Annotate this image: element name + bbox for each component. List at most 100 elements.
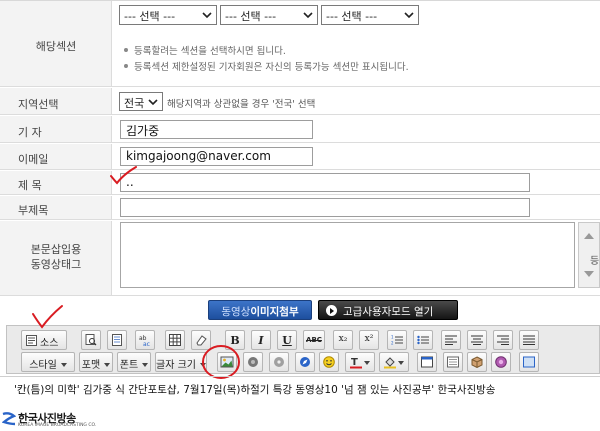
title-label-cell: 제 목 <box>0 171 112 194</box>
cube-button[interactable] <box>467 352 487 372</box>
preview-button[interactable] <box>81 330 101 350</box>
replace-icon: abac <box>139 335 150 346</box>
font-dropdown[interactable]: 폰트 <box>117 352 151 372</box>
unordered-list-button[interactable] <box>413 330 433 350</box>
table-icon <box>169 334 181 346</box>
article-line: '칸(틈)의 미학' 김가중 식 간단포토샵, 7월17일(목)하절기 특강 동… <box>14 384 496 396</box>
chevron-down-icon <box>404 12 414 19</box>
emoticon-button[interactable] <box>319 352 339 372</box>
template-button[interactable] <box>107 330 127 350</box>
subtitle-label-cell: 부제목 <box>0 196 112 219</box>
ordered-list-button[interactable]: 12 <box>387 330 407 350</box>
section-note-1: 등록할려는 섹션을 선택하시면 됩니다. <box>124 43 286 57</box>
align-justify-button[interactable] <box>519 330 539 350</box>
reporter-row: 기 자 김가중 <box>0 116 600 143</box>
align-right-button[interactable] <box>493 330 513 350</box>
scroll-up-icon[interactable] <box>584 233 594 239</box>
section-label-cell: 해당섹션 <box>0 1 112 86</box>
attach-image-button[interactable]: 동영상이미지첨부 <box>208 300 312 320</box>
align-center-button[interactable] <box>467 330 487 350</box>
reporter-label-cell: 기 자 <box>0 116 112 142</box>
email-label-cell: 이메일 <box>0 144 112 169</box>
subtitle-label: 부제목 <box>18 204 49 217</box>
section-select-2-value: --- 선택 --- <box>225 10 277 23</box>
article-form: 해당섹션 --- 선택 --- --- 선택 --- --- 선택 --- 등록… <box>0 0 600 295</box>
scroll-down-icon[interactable] <box>584 271 594 277</box>
superscript-icon: x² <box>364 334 374 344</box>
align-right-icon <box>497 335 509 345</box>
align-left-button[interactable] <box>441 330 461 350</box>
strike-icon: ABC <box>306 336 322 344</box>
text-color-icon: T <box>350 357 362 369</box>
chevron-down-icon <box>398 361 404 365</box>
subtitle-row: 부제목 <box>0 196 600 220</box>
region-select[interactable]: 전국 <box>119 92 163 111</box>
section-select-1[interactable]: --- 선택 --- <box>119 5 217 25</box>
email-row: 이메일 kimgajoong@naver.com <box>0 144 600 170</box>
link-button[interactable] <box>295 352 315 372</box>
red-check-mark-icon <box>110 166 137 185</box>
section-select-2[interactable]: --- 선택 --- <box>220 5 318 25</box>
italic-button[interactable]: I <box>251 330 271 350</box>
brand-mark-icon <box>2 412 16 426</box>
chevron-down-icon <box>202 12 212 19</box>
show-blocks-button[interactable] <box>443 352 463 372</box>
source-label: 소스 <box>40 338 59 349</box>
italic-icon: I <box>258 334 264 347</box>
superscript-button[interactable]: x² <box>359 330 379 350</box>
svg-text:T: T <box>351 357 358 368</box>
info-icon <box>495 356 507 368</box>
chevron-down-icon <box>303 12 313 19</box>
style-dropdown[interactable]: 스타일 <box>21 352 75 372</box>
blocks-icon <box>447 356 459 368</box>
play-icon <box>326 305 337 316</box>
window-icon <box>421 356 433 368</box>
align-left-icon <box>445 335 457 345</box>
section-select-3-value: --- 선택 --- <box>326 10 378 23</box>
title-row: 제 목 .. <box>0 171 600 195</box>
preview-icon <box>85 334 97 346</box>
paint-bucket-icon <box>384 357 396 369</box>
table-button[interactable] <box>165 330 185 350</box>
advanced-mode-button[interactable]: 고급사용자모드 열기 <box>318 300 458 320</box>
media-button[interactable] <box>269 352 289 372</box>
text-color-dropdown[interactable]: T <box>345 352 375 372</box>
screen-icon <box>523 356 535 368</box>
title-label: 제 목 <box>18 179 42 192</box>
bg-color-dropdown[interactable] <box>379 352 409 372</box>
section-row: 해당섹션 --- 선택 --- --- 선택 --- --- 선택 --- 등록… <box>0 1 600 87</box>
email-input[interactable]: kimgajoong@naver.com <box>120 147 313 166</box>
underline-button[interactable]: U <box>277 330 297 350</box>
maximize-button[interactable] <box>417 352 437 372</box>
subtitle-input[interactable] <box>120 198 530 217</box>
find-replace-button[interactable]: ab ac <box>135 330 155 350</box>
bottom-divider <box>0 376 600 377</box>
strike-button[interactable]: ABC <box>303 330 325 350</box>
section-label: 해당섹션 <box>35 40 77 53</box>
source-button[interactable]: 소스 <box>21 330 67 350</box>
format-dropdown[interactable]: 포맷 <box>79 352 113 372</box>
embed-tag-textarea[interactable] <box>120 222 575 288</box>
chevron-down-icon <box>364 361 370 365</box>
section-select-3[interactable]: --- 선택 --- <box>321 5 419 25</box>
embed-side-button[interactable]: 등 <box>590 252 599 267</box>
underline-icon: U <box>282 334 292 347</box>
font-size-label: 글자 크기 <box>156 356 206 371</box>
about-button[interactable] <box>491 352 511 372</box>
fullscreen-button[interactable] <box>519 352 539 372</box>
cube-icon <box>471 356 483 368</box>
brand-subtitle: KOREA IMAGE BROADCASTING CO. <box>18 423 97 428</box>
ordered-list-icon: 12 <box>391 335 403 346</box>
template-icon <box>112 334 122 346</box>
section-note-2: 등록섹션 제한설정된 기자회원은 자신의 등록가능 섹션만 표시됩니다. <box>124 59 409 73</box>
flash-button[interactable] <box>243 352 263 372</box>
reporter-input[interactable]: 김가중 <box>120 120 313 139</box>
embed-label-line1: 본문삽입용 <box>30 243 82 256</box>
subscript-button[interactable]: x₂ <box>333 330 353 350</box>
title-input[interactable]: .. <box>120 173 530 192</box>
compass-icon <box>300 357 310 367</box>
red-check-mark-icon <box>32 305 63 329</box>
svg-text:ac: ac <box>143 341 150 346</box>
reporter-label: 기 자 <box>18 126 42 139</box>
section-select-1-value: --- 선택 --- <box>124 10 176 23</box>
